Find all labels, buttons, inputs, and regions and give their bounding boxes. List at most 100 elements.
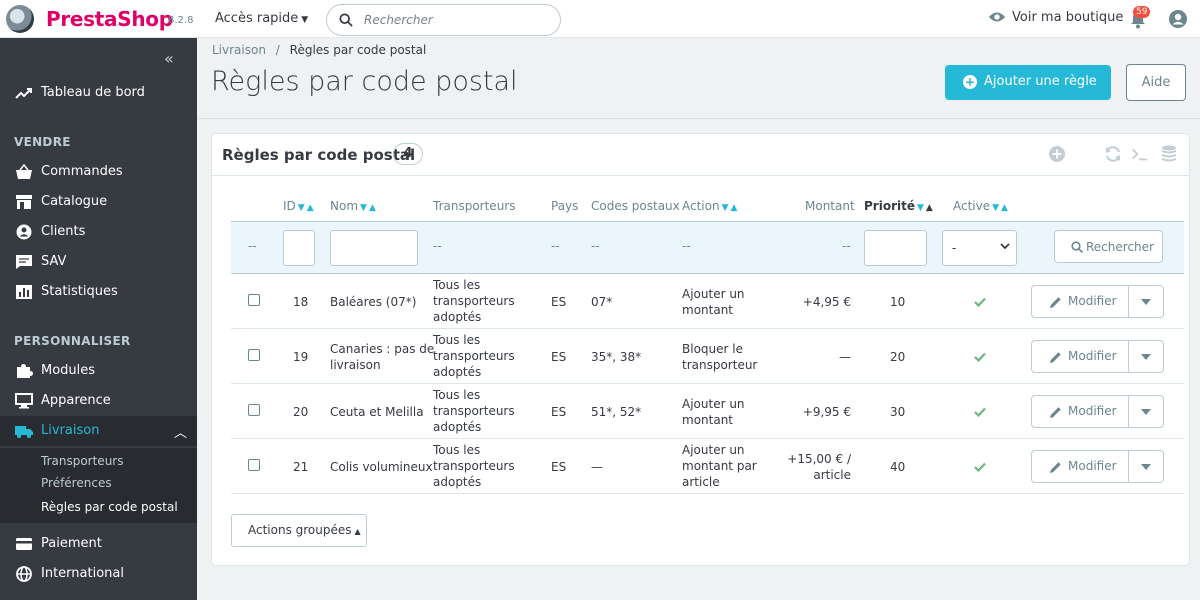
caret-down-icon[interactable] bbox=[1141, 408, 1151, 416]
column-header-active[interactable]: Active ▼ ▲ bbox=[953, 199, 1008, 213]
filter-name-input[interactable] bbox=[330, 230, 418, 266]
submenu-item-preferences[interactable]: Préférences bbox=[41, 476, 112, 490]
cell-action: Bloquer le transporteur bbox=[682, 341, 757, 373]
sidebar-item-dashboard[interactable]: Tableau de bord bbox=[0, 78, 197, 108]
view-shop-link[interactable]: Voir ma boutique bbox=[988, 10, 1123, 25]
cell-name: Baléares (07*) bbox=[330, 295, 417, 309]
edit-button[interactable]: Modifier bbox=[1068, 294, 1117, 308]
cell-line: Ajouter un bbox=[682, 287, 745, 301]
sort-up-icon[interactable]: ▲ bbox=[307, 203, 314, 213]
sort-down-icon[interactable]: ▼ bbox=[722, 203, 729, 213]
caret-down-icon[interactable] bbox=[1141, 463, 1151, 471]
check-icon[interactable] bbox=[974, 352, 986, 362]
column-label: Priorité bbox=[864, 199, 915, 213]
sidebar-item-payment[interactable]: Paiement bbox=[0, 529, 197, 559]
column-header-priority[interactable]: Priorité ▼ ▲ bbox=[864, 199, 933, 213]
cell-line: Ajouter un bbox=[682, 397, 745, 411]
sidebar-item-catalog[interactable]: Catalogue bbox=[0, 187, 197, 217]
sort-down-icon[interactable]: ▼ bbox=[917, 203, 924, 213]
sidebar-item-label: Tableau de bord bbox=[41, 85, 145, 100]
sort-down-icon[interactable]: ▼ bbox=[298, 203, 305, 213]
sidebar-item-customers[interactable]: Clients bbox=[0, 217, 197, 247]
prestashop-logo[interactable]: PrestaShop 8.2.8 bbox=[6, 4, 196, 34]
count-badge: 4 bbox=[393, 143, 423, 165]
terminal-icon[interactable] bbox=[1131, 145, 1149, 163]
add-circle-icon[interactable] bbox=[1048, 145, 1066, 163]
search-input[interactable]: Rechercher bbox=[326, 4, 561, 36]
row-checkbox[interactable] bbox=[248, 404, 260, 416]
sidebar-item-orders[interactable]: Commandes bbox=[0, 157, 197, 187]
sort-up-icon[interactable]: ▲ bbox=[1001, 203, 1008, 213]
add-rule-button[interactable]: + Ajouter une règle bbox=[945, 65, 1111, 100]
filter-placeholder: -- bbox=[433, 239, 442, 253]
submenu-item-carriers[interactable]: Transporteurs bbox=[41, 454, 123, 468]
cell-id: 18 bbox=[293, 295, 309, 309]
sort-down-icon[interactable]: ▼ bbox=[360, 203, 367, 213]
account-icon[interactable] bbox=[1168, 9, 1188, 29]
sort-up-icon[interactable]: ▲ bbox=[731, 203, 738, 213]
cell-line: adoptés bbox=[433, 310, 482, 324]
sort-up-active-icon[interactable]: ▲ bbox=[926, 203, 933, 213]
refresh-icon[interactable] bbox=[1104, 145, 1122, 163]
cell-id: 21 bbox=[293, 460, 309, 474]
column-header-amount: Montant bbox=[805, 199, 855, 213]
cell-action: Ajouter un montant bbox=[682, 396, 745, 428]
edit-button[interactable]: Modifier bbox=[1068, 404, 1117, 418]
breadcrumb-parent[interactable]: Livraison bbox=[212, 43, 266, 57]
row-checkbox[interactable] bbox=[248, 349, 260, 361]
column-label: Action bbox=[682, 199, 720, 213]
sidebar-item-support[interactable]: SAV bbox=[0, 247, 197, 277]
breadcrumb-separator: / bbox=[275, 43, 280, 57]
filter-priority-input[interactable] bbox=[864, 230, 927, 266]
search-icon bbox=[1071, 241, 1083, 253]
sidebar-item-international[interactable]: International bbox=[0, 559, 197, 589]
sidebar-item-appearance[interactable]: Apparence bbox=[0, 386, 197, 416]
sort-up-icon[interactable]: ▲ bbox=[369, 203, 376, 213]
search-filter-label: Rechercher bbox=[1086, 240, 1154, 254]
search-filter-button[interactable]: Rechercher bbox=[1054, 230, 1163, 263]
sidebar-item-label: Paiement bbox=[41, 536, 102, 551]
collapse-sidebar-icon[interactable]: « bbox=[164, 49, 174, 68]
bulk-actions-text: Actions groupées bbox=[248, 523, 352, 537]
sidebar-item-shipping[interactable]: Livraison ︿ bbox=[0, 416, 197, 446]
sidebar-item-stats[interactable]: Statistiques bbox=[0, 277, 197, 307]
sort-down-icon[interactable]: ▼ bbox=[992, 203, 999, 213]
column-header-action[interactable]: Action ▼ ▲ bbox=[682, 199, 737, 213]
database-icon[interactable] bbox=[1160, 145, 1178, 163]
quick-access-menu[interactable]: Accès rapide ▼ bbox=[215, 11, 308, 26]
column-header-carriers: Transporteurs bbox=[433, 199, 516, 213]
cell-line: Bloquer le bbox=[682, 342, 743, 356]
column-header-name[interactable]: Nom ▼ ▲ bbox=[330, 199, 376, 213]
search-icon bbox=[339, 13, 353, 27]
edit-button[interactable]: Modifier bbox=[1068, 459, 1117, 473]
header-divider bbox=[197, 118, 1200, 119]
row-checkbox[interactable] bbox=[248, 294, 260, 306]
filter-active-select[interactable]: - bbox=[942, 230, 1017, 266]
bulk-actions-button[interactable]: Actions groupées ▲ bbox=[231, 514, 367, 547]
help-button[interactable]: Aide bbox=[1126, 64, 1186, 101]
cell-line: — bbox=[839, 350, 851, 364]
section-sell: VENDRE bbox=[14, 135, 71, 149]
row-actions: Modifier bbox=[1031, 450, 1164, 483]
brand-name: PrestaShop bbox=[46, 7, 173, 31]
panel-title: Règles par code postal bbox=[222, 146, 416, 164]
edit-button[interactable]: Modifier bbox=[1068, 349, 1117, 363]
row-checkbox[interactable] bbox=[248, 459, 260, 471]
card-icon bbox=[16, 538, 32, 550]
check-icon[interactable] bbox=[974, 462, 986, 472]
prestashop-logo-icon bbox=[6, 5, 34, 33]
cell-name: Colis volumineux bbox=[330, 460, 433, 474]
check-icon[interactable] bbox=[974, 297, 986, 307]
submenu-item-zip-rules[interactable]: Règles par code postal bbox=[41, 500, 178, 514]
sidebar-item-modules[interactable]: Modules bbox=[0, 356, 197, 386]
breadcrumb-current: Règles par code postal bbox=[289, 43, 427, 57]
cell-line: Ajouter un bbox=[682, 443, 745, 457]
user-circle-icon bbox=[16, 224, 32, 240]
filter-id-input[interactable] bbox=[283, 230, 315, 266]
check-icon[interactable] bbox=[974, 407, 986, 417]
column-header-id[interactable]: ID ▼ ▲ bbox=[283, 199, 314, 213]
caret-down-icon[interactable] bbox=[1141, 298, 1151, 306]
sidebar-item-label: Statistiques bbox=[41, 284, 118, 299]
table-row: 20 Ceuta et Melilla Tous les transporteur… bbox=[231, 384, 1184, 439]
caret-down-icon[interactable] bbox=[1141, 353, 1151, 361]
